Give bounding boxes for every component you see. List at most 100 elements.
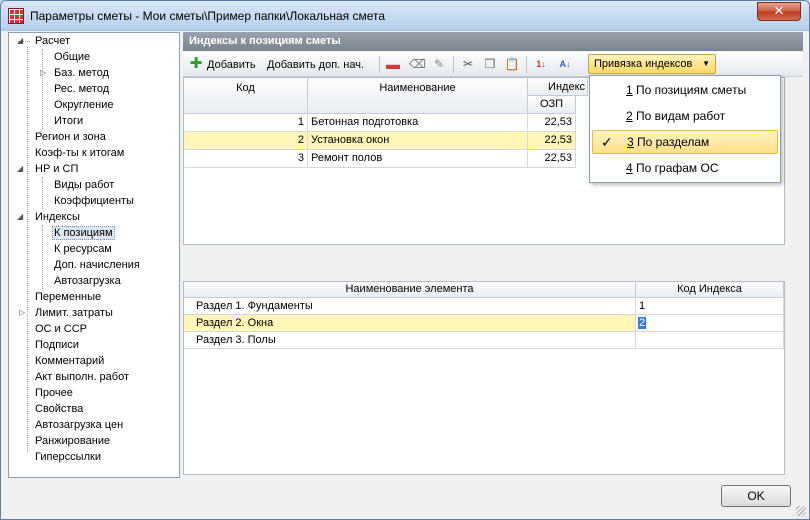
- cell-index-code[interactable]: 1: [636, 298, 784, 315]
- cell-code[interactable]: 3: [184, 150, 308, 168]
- tree-item-svoystva[interactable]: Свойства: [33, 401, 85, 417]
- tree-item-label: Ранжирование: [35, 435, 111, 447]
- tree-item-itogi[interactable]: Итоги: [52, 113, 85, 129]
- collapsed-arrow-icon[interactable]: ▷: [40, 69, 48, 77]
- elements-grid[interactable]: Наименование элемента Код Индекса Раздел…: [183, 281, 785, 475]
- expanded-arrow-icon[interactable]: ◢: [17, 165, 25, 173]
- eraser-icon[interactable]: ⌫: [409, 56, 426, 72]
- tree-item-label: Прочее: [35, 387, 73, 399]
- tree-item-os-ssr[interactable]: ОС и ССР: [33, 321, 89, 337]
- cell-ozp[interactable]: 22,53: [528, 150, 576, 168]
- cell-index-code[interactable]: [636, 332, 784, 349]
- col-header-element-name[interactable]: Наименование элемента: [184, 282, 636, 298]
- cell-name[interactable]: Установка окон: [308, 132, 528, 150]
- tree-item-nr-sp[interactable]: ◢ НР и СП: [17, 161, 80, 177]
- col-header-name[interactable]: Наименование: [308, 78, 528, 114]
- expanded-arrow-icon[interactable]: ◢: [17, 37, 25, 45]
- tree-item-label: Доп. начисления: [54, 259, 140, 271]
- cell-ozp[interactable]: 22,53: [528, 132, 576, 150]
- window-title: Параметры сметы - Мои сметы\Пример папки…: [30, 9, 386, 23]
- menu-item-label: По видам работ: [632, 109, 726, 123]
- binding-dropdown-label: Привязка индексов: [594, 58, 693, 70]
- tree-item-peremennye[interactable]: Переменные: [33, 289, 103, 305]
- tree-item-vidy-rabot[interactable]: Виды работ: [52, 177, 116, 193]
- add-button[interactable]: Добавить: [207, 56, 256, 74]
- col-header-index-code[interactable]: Код Индекса: [636, 282, 784, 298]
- dropdown-arrow-icon: ▼: [702, 59, 710, 68]
- tree-item-raschet[interactable]: ◢ Расчет: [17, 33, 72, 49]
- tree-item-giperssylki[interactable]: Гиперссылки: [33, 449, 103, 465]
- sort-numeric-icon[interactable]: 1↓: [533, 56, 549, 72]
- tree-item-obshie[interactable]: Общие: [52, 49, 92, 65]
- cell-element-name[interactable]: Раздел 2. Окна: [184, 315, 636, 332]
- tree-item-k-poziciyam[interactable]: К позициям: [52, 225, 115, 241]
- paste-icon[interactable]: 📋: [504, 56, 520, 72]
- tree-item-okruglenie[interactable]: Округление: [52, 97, 116, 113]
- tree-item-prochee[interactable]: Прочее: [33, 385, 75, 401]
- tree-item-akt[interactable]: Акт выполн. работ: [33, 369, 131, 385]
- toolbar: ✚ Добавить Добавить доп. нач. ▬ ⌫ ✎ ✂ ❐ …: [183, 52, 803, 77]
- cell-name[interactable]: Ремонт полов: [308, 150, 528, 168]
- tree-item-dop-nachisleniya[interactable]: Доп. начисления: [52, 257, 142, 273]
- menu-item-key: 1: [626, 83, 633, 97]
- close-button[interactable]: ✕: [757, 2, 801, 21]
- sort-alpha-icon[interactable]: A↓: [557, 56, 573, 72]
- tree-item-label: Коэф-ты к итогам: [35, 147, 125, 159]
- menu-item-by-os-columns[interactable]: 4 По графам ОС: [592, 156, 778, 180]
- cell-index-code-editing[interactable]: 2: [636, 315, 784, 332]
- tree-item-label: Виды работ: [54, 179, 115, 191]
- col-header-code[interactable]: Код: [184, 78, 308, 114]
- tree-item-baz-metod[interactable]: ▷ Баз. метод: [40, 65, 111, 81]
- add-plus-icon[interactable]: ✚: [188, 56, 204, 72]
- tree-item-res-metod[interactable]: Рес. метод: [52, 81, 111, 97]
- tree-item-label: Индексы: [35, 211, 80, 223]
- col-header-ozp[interactable]: ОЗП: [528, 96, 576, 114]
- cell-ozp[interactable]: 22,53: [528, 114, 576, 132]
- menu-item-label: По позициям сметы: [632, 83, 747, 97]
- ok-button[interactable]: OK: [721, 485, 791, 507]
- menu-item-key: 4: [626, 161, 633, 175]
- cut-icon[interactable]: ✂: [460, 56, 476, 72]
- tree-item-label: Автозагрузка цен: [35, 419, 124, 431]
- close-icon: ✕: [773, 3, 785, 18]
- title-bar[interactable]: Параметры сметы - Мои сметы\Пример папки…: [1, 1, 809, 31]
- tree-item-label: ОС и ССР: [35, 323, 87, 335]
- tree-item-label: НР и СП: [35, 163, 79, 175]
- menu-item-key: 2: [626, 109, 633, 123]
- menu-item-label: По графам ОС: [632, 161, 719, 175]
- cell-name[interactable]: Бетонная подготовка: [308, 114, 528, 132]
- tree-item-koef[interactable]: Коэф-ты к итогам: [33, 145, 126, 161]
- add-extra-button[interactable]: Добавить доп. нач.: [267, 56, 364, 74]
- remove-icon[interactable]: ▬: [385, 56, 401, 72]
- tree-item-k-resursam[interactable]: К ресурсам: [52, 241, 114, 257]
- tree-item-koefficienty[interactable]: Коэффициенты: [52, 193, 136, 209]
- copy-icon[interactable]: ❐: [482, 56, 498, 72]
- binding-dropdown-button[interactable]: Привязка индексов ▼: [588, 54, 716, 74]
- clear-format-icon[interactable]: ✎: [431, 56, 447, 72]
- settings-tree[interactable]: ◢ Расчет Общие ▷ Баз. метод Рес. метод О…: [8, 32, 180, 478]
- tree-item-ranzhirovanie[interactable]: Ранжирование: [33, 433, 112, 449]
- collapsed-arrow-icon[interactable]: ▷: [19, 309, 27, 317]
- cell-code[interactable]: 2: [184, 132, 308, 150]
- tree-item-kommentariy[interactable]: Комментарий: [33, 353, 106, 369]
- cell-element-name[interactable]: Раздел 1. Фундаменты: [184, 298, 636, 315]
- col-header-index[interactable]: Индекс: [528, 78, 588, 96]
- tree-item-avtozagruzka[interactable]: Автозагрузка: [52, 273, 123, 289]
- cell-element-name[interactable]: Раздел 3. Полы: [184, 332, 636, 349]
- binding-dropdown-menu: 1 По позициям сметы 2 По видам работ ✓ 3…: [589, 75, 781, 183]
- tree-item-indeksy[interactable]: ◢ Индексы: [17, 209, 82, 225]
- tree-item-label: Баз. метод: [54, 67, 109, 79]
- menu-item-by-positions[interactable]: 1 По позициям сметы: [592, 78, 778, 102]
- tree-item-limit-zatraty[interactable]: ▷ Лимит. затраты: [19, 305, 115, 321]
- index-code-input[interactable]: 2: [638, 317, 647, 329]
- tree-item-podpisi[interactable]: Подписи: [33, 337, 81, 353]
- expanded-arrow-icon[interactable]: ◢: [17, 213, 25, 221]
- menu-item-by-sections[interactable]: ✓ 3 По разделам: [592, 130, 778, 154]
- resize-grip-icon[interactable]: [796, 506, 806, 516]
- tree-item-avtozagruzka-cen[interactable]: Автозагрузка цен: [33, 417, 125, 433]
- cell-code[interactable]: 1: [184, 114, 308, 132]
- menu-item-by-work-types[interactable]: 2 По видам работ: [592, 104, 778, 128]
- tree-item-label: Автозагрузка: [54, 275, 121, 287]
- menu-item-label: По разделам: [633, 135, 710, 149]
- tree-item-region[interactable]: Регион и зона: [33, 129, 108, 145]
